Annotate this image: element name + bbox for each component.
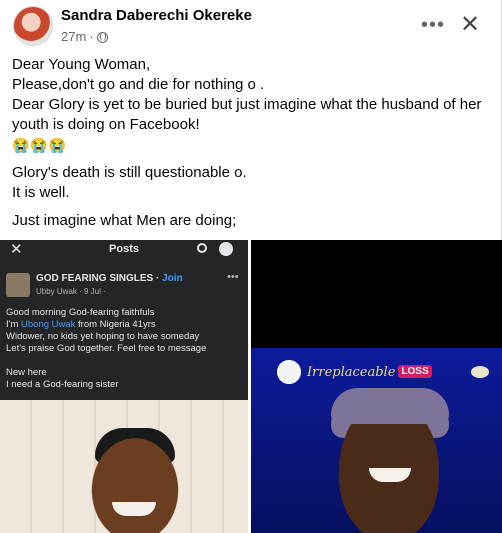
post-header: Sandra Daberechi Okereke 27m · ••• ✕ xyxy=(0,0,501,48)
search-icon xyxy=(197,243,207,253)
line-text: from Nigeria 41yrs xyxy=(75,319,156,330)
line-text: I'm xyxy=(6,319,22,330)
screenshot-line: Good morning God-fearing faithfuls xyxy=(6,307,155,318)
screenshot-line: Widower, no kids yet hoping to have some… xyxy=(6,331,200,342)
screenshot-line: I'm Ubong Uwak from Nigeria 41yrs xyxy=(6,319,206,331)
facebook-post: Sandra Daberechi Okereke 27m · ••• ✕ Dear… xyxy=(0,0,502,533)
screenshot-more-icon: ••• xyxy=(227,271,239,283)
woman-headwrap-front xyxy=(331,388,449,424)
more-options-button[interactable]: ••• xyxy=(418,10,448,40)
memorial-title: Irreplaceable LOSS xyxy=(307,365,432,380)
crying-emoji-line: 😭😭😭 xyxy=(12,137,68,153)
close-icon[interactable]: ✕ xyxy=(455,10,485,40)
join-label: Join xyxy=(162,273,183,284)
group-post-meta: Ubby Uwak · 9 Jul · xyxy=(36,287,106,296)
post-line: Just imagine what Men are doing; xyxy=(12,212,237,229)
group-avatar xyxy=(6,273,30,297)
author-name[interactable]: Sandra Daberechi Okereke xyxy=(61,7,252,24)
globe-icon xyxy=(96,32,108,43)
post-photo-memorial[interactable]: Irreplaceable LOSS xyxy=(251,240,502,533)
embedded-screenshot: ✕ Posts GOD FEARING SINGLES · Join Ubby … xyxy=(0,240,248,400)
memorial-loss-label: LOSS xyxy=(398,365,432,378)
group-name: GOD FEARING SINGLES xyxy=(36,273,154,284)
post-line: Glory's death is still questionable o. xyxy=(12,164,247,181)
man-face xyxy=(80,436,190,533)
author-avatar[interactable] xyxy=(13,6,53,46)
memorial-title-text: Irreplaceable xyxy=(307,365,396,380)
post-photo-screenshot[interactable]: ✕ Posts GOD FEARING SINGLES · Join Ubby … xyxy=(0,240,248,533)
post-line: Dear Young Woman, xyxy=(12,56,151,73)
screenshot-post-text: Good morning God-fearing faithfuls I'm U… xyxy=(6,307,206,391)
screenshot-topbar: ✕ Posts xyxy=(0,240,248,262)
post-time[interactable]: 27m xyxy=(61,29,86,44)
post-meta: 27m · xyxy=(61,29,108,44)
screenshot-post: GOD FEARING SINGLES · Join Ubby Uwak · 9… xyxy=(2,265,246,400)
africa-map-badge xyxy=(277,360,301,384)
screenshot-line: I need a God-fearing sister xyxy=(6,379,119,390)
screenshot-line: Let's praise God together. Feel free to … xyxy=(6,343,207,354)
memorial-logo xyxy=(471,366,489,378)
group-name-line: GOD FEARING SINGLES · Join xyxy=(36,273,183,284)
screenshot-line: New here xyxy=(6,367,47,378)
screenshot-title: Posts xyxy=(109,243,139,255)
post-text: Dear Young Woman, Please,don't go and di… xyxy=(12,55,492,231)
messenger-icon xyxy=(219,242,233,256)
post-line: It is well. xyxy=(12,184,70,201)
post-line: Dear Glory is yet to be buried but just … xyxy=(12,96,482,133)
post-line: Please,don't go and die for nothing o . xyxy=(12,76,265,93)
mentioned-name: Ubong Uwak xyxy=(21,319,76,330)
meta-separator: · xyxy=(89,29,94,44)
